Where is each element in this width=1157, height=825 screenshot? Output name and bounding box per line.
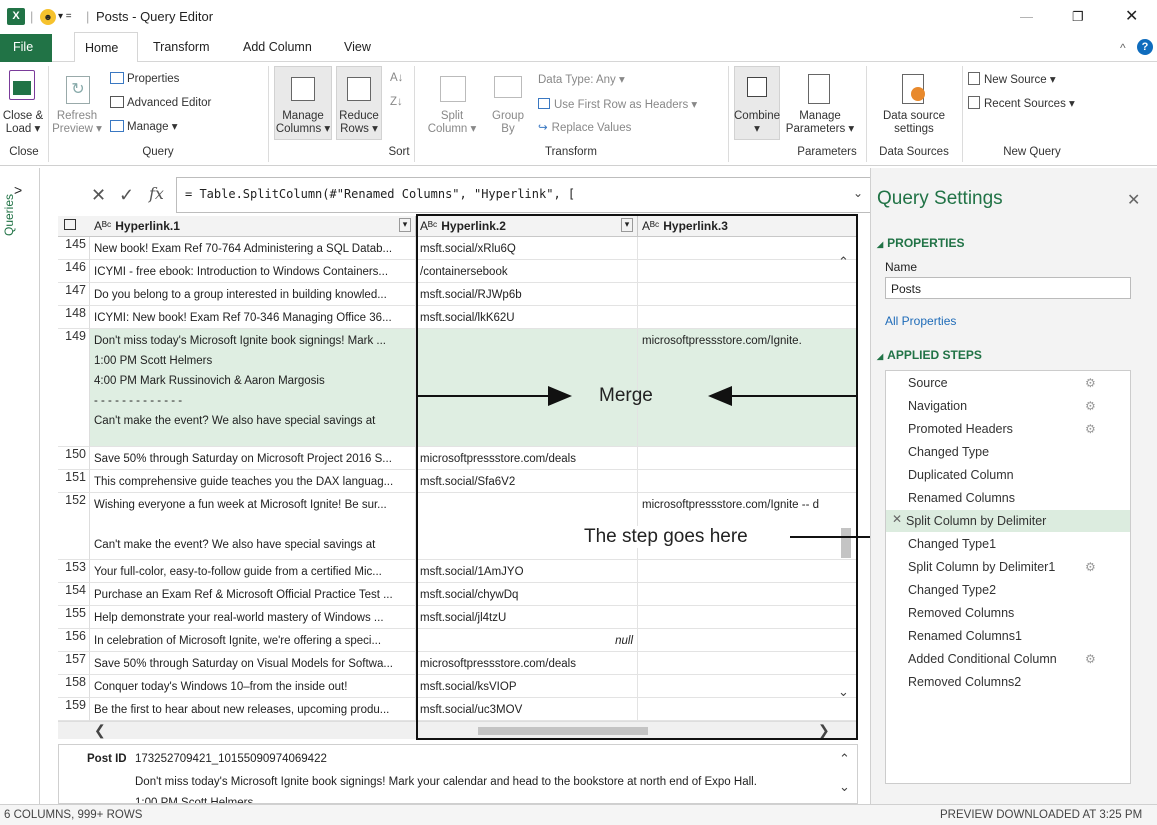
preview-scroll-up-icon[interactable]: ⌃ [839, 751, 850, 767]
step-changed-type[interactable]: Changed Type [908, 445, 989, 459]
query-settings-pane: Query Settings ✕ ◢ PROPERTIES Name Posts … [870, 168, 1157, 804]
preview-post-id: 173252709421_10155090974069422 [135, 753, 327, 765]
collapse-triangle-icon: ◢ [877, 352, 884, 361]
merge-arrowhead-right [708, 386, 732, 406]
step-split-column-by-delimiter[interactable]: Split Column by Delimiter [906, 514, 1046, 528]
merge-annotation: Merge [599, 385, 653, 406]
applied-steps-section[interactable]: ◢ APPLIED STEPS [877, 348, 982, 362]
all-properties-link[interactable]: All Properties [885, 314, 956, 328]
step-split-column-by-delimiter1[interactable]: Split Column by Delimiter1 [908, 560, 1055, 574]
status-preview-time: PREVIEW DOWNLOADED AT 3:25 PM [940, 809, 1143, 821]
gear-icon[interactable]: ⚙ [1085, 560, 1096, 574]
preview-scroll-down-icon[interactable]: ⌄ [839, 779, 850, 795]
gear-icon[interactable]: ⚙ [1085, 376, 1096, 390]
preview-text-2: 1:00 PM Scott Helmers [135, 797, 254, 803]
step-changed-type2[interactable]: Changed Type2 [908, 583, 996, 597]
step-changed-type1[interactable]: Changed Type1 [908, 537, 996, 551]
step-navigation[interactable]: Navigation [908, 399, 967, 413]
query-settings-title: Query Settings [877, 188, 1003, 209]
properties-section[interactable]: ◢ PROPERTIES [877, 236, 965, 250]
status-bar: 6 COLUMNS, 999+ ROWS PREVIEW DOWNLOADED … [0, 804, 1157, 825]
step-renamed-columns1[interactable]: Renamed Columns1 [908, 629, 1022, 643]
name-label: Name [885, 260, 918, 274]
preview-text: Don't miss today's Microsoft Ignite book… [135, 776, 757, 788]
delete-step-icon[interactable]: ✕ [892, 512, 902, 526]
merge-arrowhead-left [548, 386, 572, 406]
step-promoted-headers[interactable]: Promoted Headers [908, 422, 1013, 436]
step-renamed-columns[interactable]: Renamed Columns [908, 491, 1015, 505]
step-added-conditional-column[interactable]: Added Conditional Column [908, 652, 1057, 666]
step-annotation: The step goes here [580, 526, 752, 548]
step-duplicated-column[interactable]: Duplicated Column [908, 468, 1014, 482]
step-source[interactable]: Source [908, 376, 948, 390]
gear-icon[interactable]: ⚙ [1085, 422, 1096, 436]
gear-icon[interactable]: ⚙ [1085, 399, 1096, 413]
gear-icon[interactable]: ⚙ [1085, 652, 1096, 666]
status-row-count: 6 COLUMNS, 999+ ROWS [4, 809, 143, 821]
query-name-input[interactable]: Posts [885, 277, 1131, 299]
step-removed-columns2[interactable]: Removed Columns2 [908, 675, 1021, 689]
collapse-triangle-icon: ◢ [877, 240, 884, 249]
close-pane-icon[interactable]: ✕ [1127, 190, 1140, 210]
step-removed-columns[interactable]: Removed Columns [908, 606, 1014, 620]
preview-column-label: Post ID [87, 753, 127, 765]
value-preview-pane: Post ID 173252709421_10155090974069422 D… [58, 744, 858, 804]
